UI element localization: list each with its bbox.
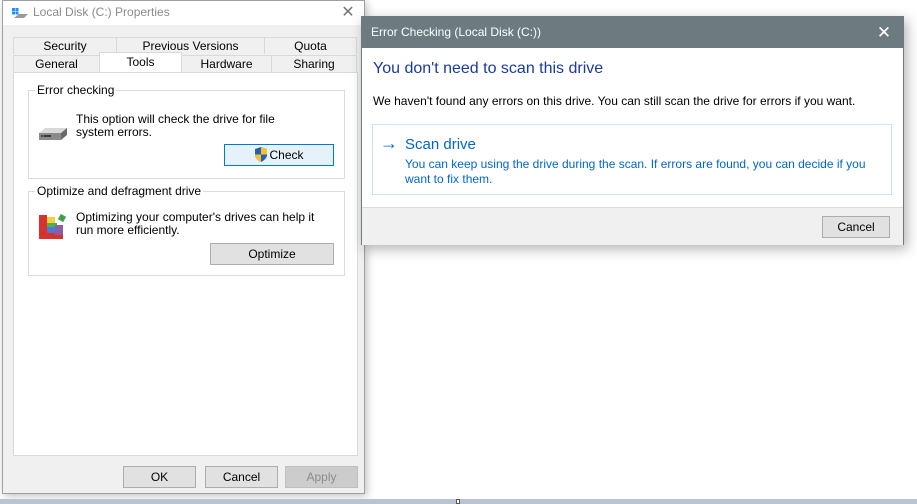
error-checking-group: Error checking This option will check th… xyxy=(28,83,345,179)
error-checking-title: Error Checking (Local Disk (C:)) xyxy=(371,25,542,39)
error-checking-description: This option will check the drive for fil… xyxy=(76,112,275,139)
error-checking-title-bar: Error Checking (Local Disk (C:)) ✕ xyxy=(362,17,903,48)
tabs-row-back: Security Previous Versions Quota xyxy=(13,37,357,54)
scan-drive-description: You can keep using the drive during the … xyxy=(405,157,866,186)
ok-button[interactable]: OK xyxy=(123,466,196,488)
apply-button[interactable]: Apply xyxy=(285,466,358,488)
optimize-legend: Optimize and defragment drive xyxy=(35,184,204,198)
properties-title-bar: Local Disk (C:) Properties ✕ xyxy=(3,1,364,25)
check-button[interactable]: Check xyxy=(224,144,334,166)
close-button[interactable]: ✕ xyxy=(336,1,360,25)
tabs-row-front: General Tools Hardware Sharing xyxy=(13,52,357,72)
drive-app-icon xyxy=(12,8,28,18)
uac-shield-icon xyxy=(255,147,268,162)
tab-quota[interactable]: Quota xyxy=(264,37,357,54)
tab-hardware[interactable]: Hardware xyxy=(181,55,272,72)
properties-title: Local Disk (C:) Properties xyxy=(33,5,170,19)
tab-sharing[interactable]: Sharing xyxy=(271,55,357,72)
optimize-description: Optimizing your computer's drives can he… xyxy=(76,210,315,237)
close-icon: ✕ xyxy=(341,4,355,21)
defragment-icon xyxy=(39,213,67,239)
arrow-right-icon: → xyxy=(380,133,398,153)
tab-tools[interactable]: Tools xyxy=(99,52,182,72)
error-checking-heading: You don't need to scan this drive xyxy=(373,60,604,77)
error-checking-dialog: Error Checking (Local Disk (C:)) ✕ You d… xyxy=(361,16,904,245)
taskbar-edge xyxy=(0,499,917,504)
resize-grip xyxy=(456,499,460,504)
check-button-label: Check xyxy=(269,148,304,162)
error-checking-legend: Error checking xyxy=(35,83,117,97)
optimize-button[interactable]: Optimize xyxy=(210,243,334,265)
error-checking-message: We haven't found any errors on this driv… xyxy=(373,94,856,108)
scan-drive-option[interactable]: → Scan drive You can keep using the driv… xyxy=(372,124,892,195)
hard-drive-icon xyxy=(39,128,67,140)
properties-dialog: Local Disk (C:) Properties ✕ Security Pr… xyxy=(2,0,365,494)
scan-drive-label: Scan drive xyxy=(405,136,476,153)
error-checking-footer: Cancel xyxy=(362,207,903,245)
optimize-group: Optimize and defragment drive Optimizing… xyxy=(28,184,345,276)
close-icon: ✕ xyxy=(876,23,892,42)
error-dialog-cancel-button[interactable]: Cancel xyxy=(822,216,890,238)
cancel-button[interactable]: Cancel xyxy=(205,466,278,488)
error-dialog-close-button[interactable]: ✕ xyxy=(869,17,899,48)
tab-general[interactable]: General xyxy=(13,55,100,72)
tools-panel: Error checking This option will check th… xyxy=(13,72,358,456)
